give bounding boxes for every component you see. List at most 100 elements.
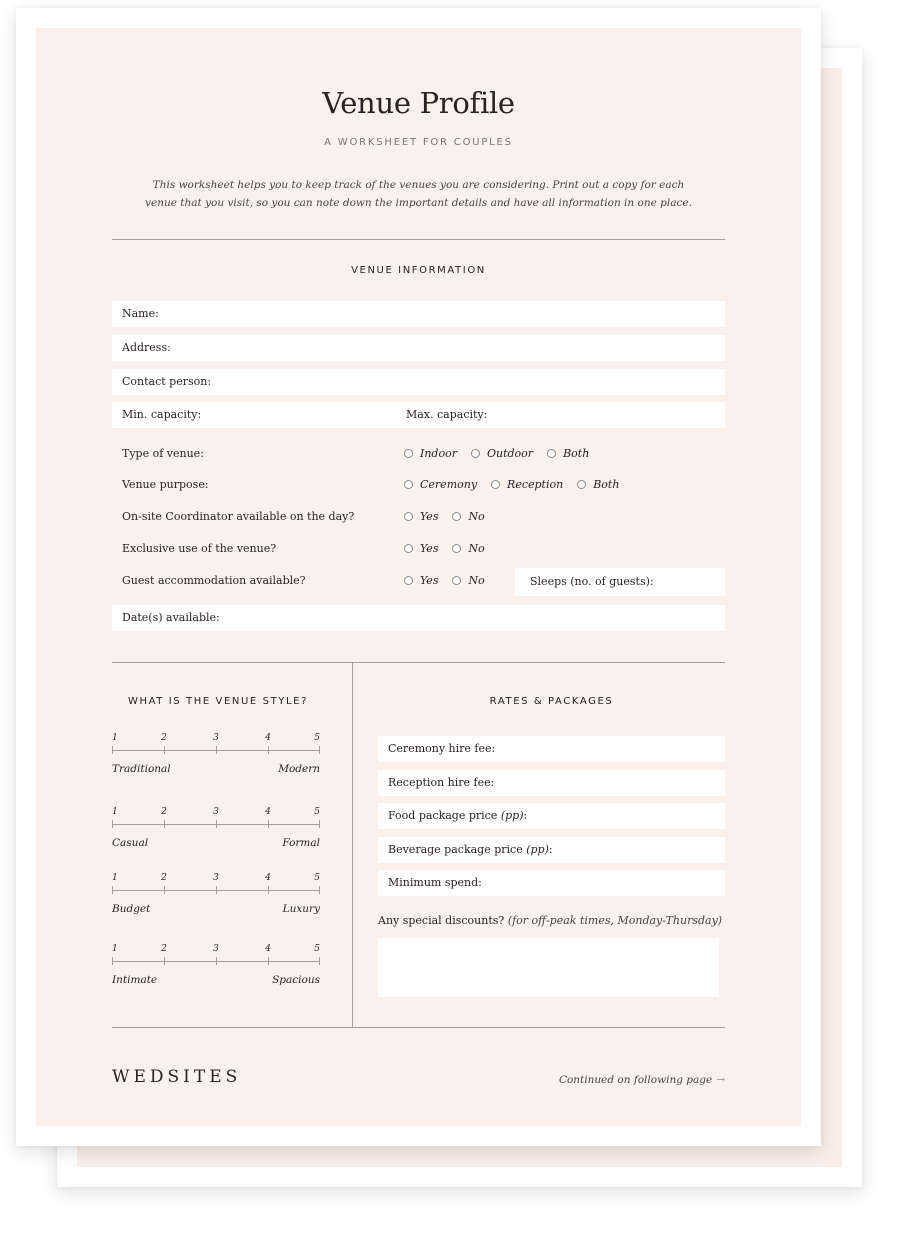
scale-right-label: Formal	[282, 837, 320, 849]
coordinator-label: On-site Coordinator available on the day…	[122, 510, 355, 523]
type-of-venue-label: Type of venue:	[122, 447, 204, 460]
food-price-colon: :	[523, 809, 528, 822]
accommodation-label: Guest accommodation available?	[122, 574, 306, 587]
scale-right-label: Modern	[278, 763, 320, 775]
rates-packages-heading: RATES & PACKAGES	[489, 696, 614, 707]
column-divider	[352, 662, 353, 1027]
reception-fee-field[interactable]: Reception hire fee:	[378, 770, 725, 796]
radio-both-type[interactable]: Both	[547, 447, 589, 460]
contact-person-label: Contact person:	[122, 375, 212, 388]
contact-person-field[interactable]: Contact person:	[112, 369, 725, 395]
scale-left-label: Budget	[112, 903, 151, 915]
radio-coordinator-yes[interactable]: Yes	[404, 510, 438, 523]
max-capacity-label: Max. capacity:	[406, 408, 488, 421]
special-discounts-question: Any special discounts?	[378, 914, 505, 927]
scale-numbers: 1 2 3 4 5	[112, 944, 320, 956]
ceremony-fee-field[interactable]: Ceremony hire fee:	[378, 736, 725, 762]
radio-circle-icon	[547, 449, 557, 458]
venue-style-heading: WHAT IS THE VENUE STYLE?	[128, 696, 308, 707]
radio-circle-icon	[577, 480, 587, 489]
radio-circle-icon	[452, 512, 462, 521]
scale-numbers: 1 2 3 4 5	[112, 807, 320, 819]
continued-on-following-page: Continued on following page →	[559, 1074, 725, 1086]
scale-number: 5	[314, 733, 320, 743]
radio-exclusive-no[interactable]: No	[452, 542, 485, 555]
venue-purpose-label: Venue purpose:	[122, 478, 209, 491]
sleeps-label: Sleeps (no. of guests):	[530, 575, 654, 588]
dates-available-field[interactable]: Date(s) available:	[112, 605, 725, 631]
radio-both-purpose[interactable]: Both	[577, 478, 619, 491]
divider-bottom	[112, 1027, 725, 1028]
radio-circle-icon	[404, 544, 413, 553]
scale-axis	[112, 961, 320, 962]
scale-number: 4	[265, 733, 271, 743]
scale-axis	[112, 750, 320, 751]
wedsites-logo: WEDSITES	[112, 1067, 242, 1087]
radio-ceremony[interactable]: Ceremony	[404, 478, 477, 491]
sleeps-field[interactable]: Sleeps (no. of guests):	[515, 568, 725, 596]
special-discounts-input[interactable]	[378, 938, 719, 997]
radio-indoor[interactable]: Indoor	[404, 447, 457, 460]
scale-number: 4	[265, 873, 271, 883]
scale-number: 1	[112, 807, 118, 817]
capacity-row: Min. capacity: Max. capacity:	[112, 402, 725, 428]
radio-accommodation-no[interactable]: No	[452, 574, 485, 587]
exclusive-use-label: Exclusive use of the venue?	[122, 542, 277, 555]
beverage-price-colon: :	[548, 843, 553, 856]
minimum-spend-field[interactable]: Minimum spend:	[378, 870, 725, 896]
min-capacity-field[interactable]: Min. capacity:	[122, 402, 201, 428]
page-subtitle: A WORKSHEET FOR COUPLES	[324, 137, 513, 148]
beverage-price-note: (pp)	[526, 843, 549, 856]
scale-number: 1	[112, 733, 118, 743]
radio-circle-icon	[404, 480, 413, 489]
scale-axis	[112, 890, 320, 891]
scale-axis	[112, 824, 320, 825]
type-of-venue-options: Indoor Outdoor Both	[404, 447, 603, 460]
scale-right-label: Luxury	[282, 903, 320, 915]
beverage-price-field[interactable]: Beverage package price (pp):	[378, 837, 725, 863]
radio-outdoor[interactable]: Outdoor	[470, 447, 533, 460]
food-price-note: (pp)	[500, 809, 524, 822]
food-price-label: Food package price	[388, 809, 498, 822]
scale-number: 4	[265, 944, 271, 954]
scale-left-label: Intimate	[112, 974, 158, 986]
intro-text: This worksheet helps you to keep track o…	[145, 179, 692, 209]
radio-exclusive-yes[interactable]: Yes	[404, 542, 438, 555]
radio-circle-icon	[452, 544, 462, 553]
scale-number: 1	[112, 944, 118, 954]
ceremony-fee-label: Ceremony hire fee:	[388, 742, 496, 755]
name-label: Name:	[122, 307, 159, 320]
address-field[interactable]: Address:	[112, 335, 725, 361]
divider-top	[112, 239, 725, 240]
exclusive-use-options: Yes No	[404, 542, 499, 555]
scale-left-label: Casual	[112, 837, 149, 849]
scale-left-label: Traditional	[112, 763, 171, 775]
radio-accommodation-yes[interactable]: Yes	[404, 574, 438, 587]
special-discounts-label: Any special discounts? (for off-peak tim…	[378, 914, 722, 927]
scale-numbers: 1 2 3 4 5	[112, 733, 320, 745]
name-field[interactable]: Name:	[112, 301, 725, 327]
continued-text: Continued on following page	[558, 1074, 713, 1086]
arrow-right-icon: →	[716, 1074, 725, 1086]
food-price-field[interactable]: Food package price (pp):	[378, 803, 725, 829]
scale-number: 3	[213, 873, 219, 883]
scale-number: 5	[314, 944, 320, 954]
scale-numbers: 1 2 3 4 5	[112, 873, 320, 885]
scale-number: 4	[265, 807, 271, 817]
scale-number: 2	[161, 807, 167, 817]
scale-number: 2	[161, 944, 167, 954]
radio-reception[interactable]: Reception	[491, 478, 563, 491]
scale-number: 3	[213, 733, 219, 743]
page-title: Venue Profile	[322, 86, 515, 120]
min-capacity-label: Min. capacity:	[122, 408, 202, 421]
radio-circle-icon	[470, 449, 480, 458]
scale-number: 3	[213, 944, 219, 954]
radio-coordinator-no[interactable]: No	[452, 510, 485, 523]
dates-available-label: Date(s) available:	[122, 611, 220, 624]
accommodation-options: Yes No	[404, 574, 499, 587]
max-capacity-field[interactable]: Max. capacity:	[406, 402, 487, 428]
beverage-price-label: Beverage package price	[388, 843, 523, 856]
radio-circle-icon	[491, 480, 501, 489]
minimum-spend-label: Minimum spend:	[388, 876, 482, 889]
front-page-sheet: Venue Profile A WORKSHEET FOR COUPLES Th…	[16, 8, 821, 1146]
